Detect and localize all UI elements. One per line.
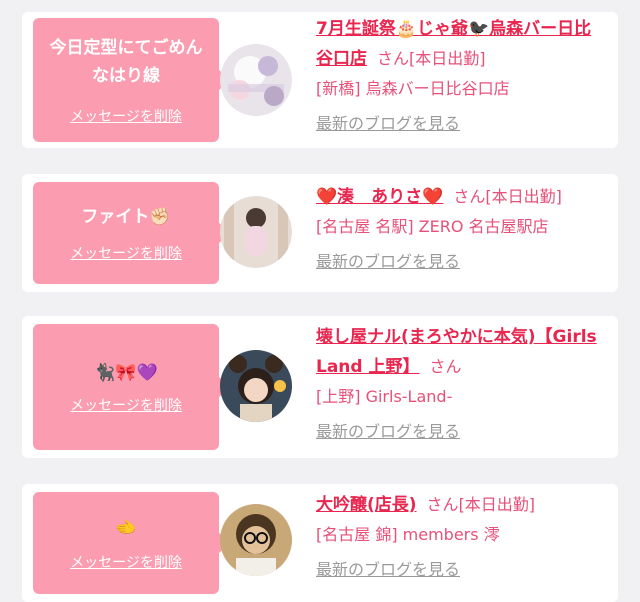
- delete-message-link[interactable]: メッセージを削除: [70, 243, 182, 263]
- member-name-link[interactable]: 大吟醸(店長): [316, 495, 417, 515]
- message-card: 今日定型にてごめんなはり線 メッセージを削除 7月生誕祭🎂じゃ爺🐦‍⬛烏森バー日…: [22, 12, 618, 148]
- delete-message-link[interactable]: メッセージを削除: [70, 106, 182, 126]
- status-badge: [本日出勤]: [485, 187, 562, 206]
- honorific: さん: [453, 187, 486, 206]
- delete-message-link[interactable]: メッセージを削除: [70, 395, 182, 415]
- shop-name: [新橋] 烏森バー日比谷口店: [316, 79, 510, 98]
- honorific: さん: [377, 49, 410, 68]
- message-bubble: ファイト✊🏻 メッセージを削除: [33, 182, 230, 284]
- shop-name: [名古屋 錦] members 澪: [316, 525, 500, 544]
- message-text: 🐈‍⬛🎀💜: [94, 363, 158, 383]
- member-info: 7月生誕祭🎂じゃ爺🐦‍⬛烏森バー日比谷口店 さん[本日出勤] [新橋] 烏森バー日…: [316, 14, 606, 138]
- message-bubble: 🫲 メッセージを削除: [33, 492, 230, 594]
- message-card: 🐈‍⬛🎀💜 メッセージを削除 壊し屋ナル(まろやかに本気)【Girls Land…: [22, 316, 618, 458]
- member-info: 壊し屋ナル(まろやかに本気)【Girls Land 上野】 さん [上野] Gir…: [316, 322, 606, 446]
- honorific: さん: [426, 495, 459, 514]
- message-card: ファイト✊🏻 メッセージを削除 ❤️湊 ありさ❤️ さん[本日出勤] [名古屋 名…: [22, 174, 618, 292]
- honorific: さん: [429, 357, 462, 376]
- status-badge: [本日出勤]: [458, 495, 536, 514]
- message-bubble: 今日定型にてごめんなはり線 メッセージを削除: [33, 18, 230, 142]
- shop-name: [名古屋 名駅] ZERO 名古屋駅店: [316, 217, 549, 236]
- message-card: 🫲 メッセージを削除 大吟醸(店長) さん[本日出勤] [名古屋 錦] membe…: [22, 484, 618, 602]
- message-text: ファイト✊🏻: [81, 207, 171, 227]
- avatar-image: [220, 44, 292, 116]
- avatar[interactable]: [220, 350, 292, 422]
- avatar[interactable]: [220, 44, 292, 116]
- status-badge: [本日出勤]: [409, 49, 486, 68]
- latest-blog-link[interactable]: 最新のブログを見る: [316, 247, 606, 276]
- message-text: 🫲: [115, 518, 137, 538]
- member-info: ❤️湊 ありさ❤️ さん[本日出勤] [名古屋 名駅] ZERO 名古屋駅店 最新…: [316, 182, 606, 276]
- shop-name: [上野] Girls-Land-: [316, 387, 453, 406]
- latest-blog-link[interactable]: 最新のブログを見る: [316, 109, 606, 138]
- avatar[interactable]: [220, 504, 292, 576]
- member-name-link[interactable]: ❤️湊 ありさ❤️: [316, 187, 443, 207]
- message-bubble: 🐈‍⬛🎀💜 メッセージを削除: [33, 324, 230, 450]
- member-info: 大吟醸(店長) さん[本日出勤] [名古屋 錦] members 澪 最新のブログ…: [316, 490, 606, 584]
- latest-blog-link[interactable]: 最新のブログを見る: [316, 555, 606, 584]
- message-text: 今日定型にてごめんなはり線: [49, 38, 203, 86]
- avatar[interactable]: [220, 196, 292, 268]
- avatar-image: [220, 350, 292, 422]
- avatar-image: [220, 196, 292, 268]
- latest-blog-link[interactable]: 最新のブログを見る: [316, 417, 606, 446]
- delete-message-link[interactable]: メッセージを削除: [70, 552, 182, 572]
- avatar-image: [220, 504, 292, 576]
